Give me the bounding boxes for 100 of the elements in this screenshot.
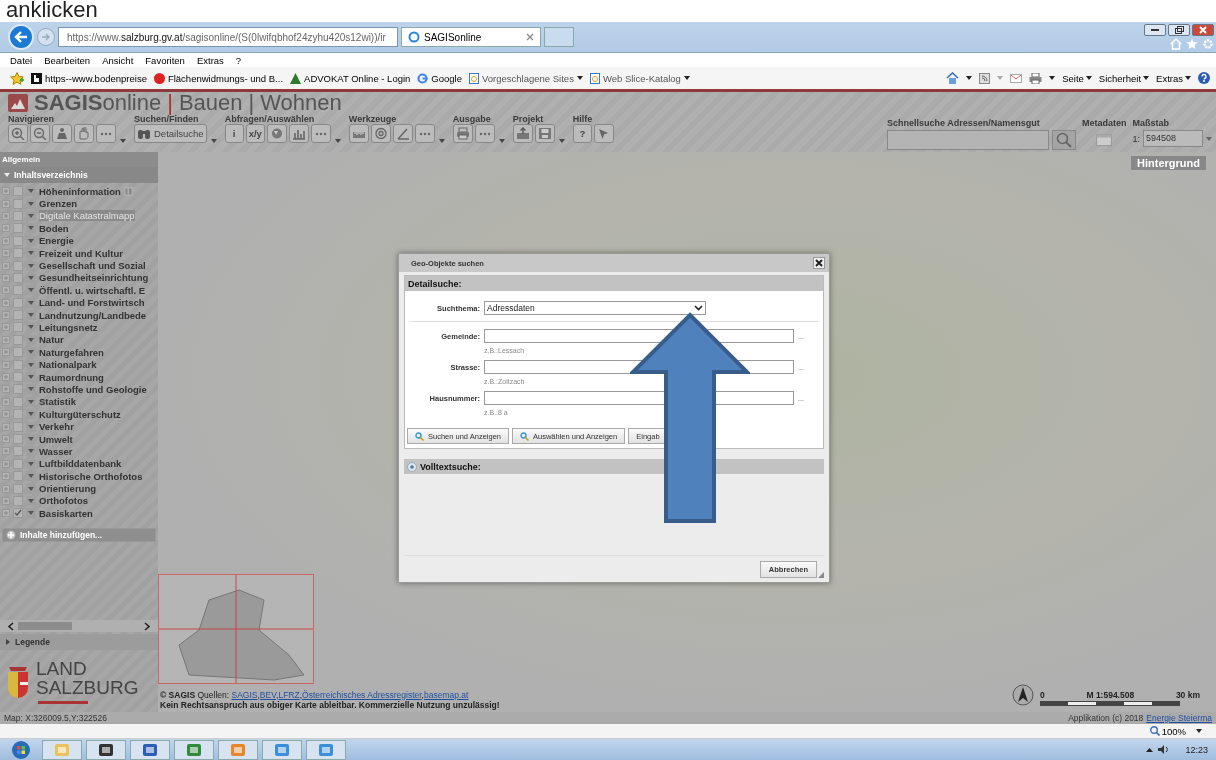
dropdown-caret-icon[interactable]	[26, 260, 36, 271]
add-content-button[interactable]: Inhalte hinzufügen...	[2, 527, 156, 542]
layer-name[interactable]: Freizeit und Kultur	[39, 247, 123, 259]
expand-icon[interactable]	[2, 472, 10, 481]
favorite-link[interactable]: ADVOKAT Online - Login	[290, 72, 411, 84]
layer-name[interactable]: Historische Orthofotos	[39, 470, 143, 482]
topic-select[interactable]: Adressdaten	[484, 301, 706, 315]
expand-icon[interactable]	[2, 360, 10, 369]
tool-button[interactable]: ?	[572, 124, 592, 143]
layer-checkbox[interactable]	[13, 483, 23, 494]
tool-button[interactable]	[534, 124, 555, 143]
tool-button[interactable]	[8, 124, 28, 143]
layer-name[interactable]: Statistik	[39, 396, 76, 408]
tool-button[interactable]	[512, 124, 533, 143]
window-icon[interactable]	[1096, 134, 1113, 146]
expand-icon[interactable]	[2, 311, 10, 320]
expand-icon[interactable]	[2, 509, 10, 518]
layer-checkbox[interactable]	[13, 458, 23, 469]
dropdown-caret-icon[interactable]	[26, 347, 36, 358]
dropdown-caret-icon[interactable]	[334, 139, 341, 143]
dropdown-caret-icon[interactable]	[26, 334, 36, 345]
dropdown-caret-icon[interactable]	[26, 223, 36, 234]
dropdown-caret-icon[interactable]	[26, 297, 36, 308]
expand-icon[interactable]	[2, 236, 10, 245]
printer-icon[interactable]	[1029, 72, 1043, 84]
layer-name[interactable]: Gesundheitseinrichtung	[39, 272, 149, 284]
expand-icon[interactable]	[2, 335, 10, 344]
dropdown-caret-icon[interactable]	[26, 458, 36, 469]
tray-arrow-icon[interactable]	[1146, 747, 1154, 752]
tool-button[interactable]: Detailsuche	[134, 124, 207, 143]
expand-icon[interactable]	[2, 286, 10, 295]
layer-name[interactable]: Raumordnung	[39, 371, 104, 383]
dropdown-caret-icon[interactable]	[26, 359, 36, 370]
help-icon[interactable]	[1198, 72, 1210, 84]
section-header[interactable]: Inhaltsverzeichnis	[0, 167, 158, 183]
dropdown-caret-icon[interactable]	[26, 372, 36, 383]
tool-button[interactable]	[266, 124, 287, 143]
layer-name[interactable]: Luftbilddatenbank	[39, 458, 122, 470]
layer-name[interactable]: Verkehr	[39, 421, 74, 433]
feed-icon[interactable]	[979, 72, 991, 84]
favorite-link[interactable]: https--www.bodenpreise	[31, 72, 147, 84]
layer-name[interactable]: Gesellschaft und Sozial	[39, 260, 146, 272]
layer-name[interactable]: Natur	[39, 334, 64, 346]
layer-checkbox[interactable]	[13, 384, 23, 395]
caret-icon[interactable]	[1196, 729, 1202, 733]
layer-checkbox[interactable]	[13, 235, 23, 246]
scroll-left-icon[interactable]	[8, 621, 14, 631]
layer-name[interactable]: Naturgefahren	[39, 346, 104, 358]
tool-button[interactable]	[52, 124, 72, 143]
layer-name[interactable]: Wasser	[39, 445, 73, 457]
dropdown-caret-icon[interactable]	[26, 235, 36, 246]
background-label[interactable]: Hintergrund	[1131, 156, 1206, 170]
menu-item[interactable]: Bearbeiten	[44, 54, 91, 66]
favorite-link[interactable]: Web Slice-Katalog	[589, 72, 690, 84]
layer-checkbox[interactable]	[13, 508, 23, 519]
layer-checkbox[interactable]	[13, 198, 23, 209]
close-button[interactable]	[813, 257, 825, 269]
menu-item[interactable]: Ansicht	[102, 54, 134, 66]
tool-button[interactable]	[414, 124, 435, 143]
source-link[interactable]: Österreichisches Adressregister	[302, 690, 422, 700]
star-icon[interactable]	[1186, 38, 1198, 50]
forward-button[interactable]	[37, 28, 55, 46]
tool-button[interactable]	[288, 124, 309, 143]
expand-icon[interactable]	[2, 385, 10, 394]
layer-checkbox[interactable]	[13, 260, 23, 271]
dropdown-caret-icon[interactable]	[26, 272, 36, 283]
layer-checkbox[interactable]	[13, 446, 23, 457]
layer-checkbox[interactable]	[13, 186, 23, 197]
zoom-level[interactable]: 100%	[1149, 725, 1186, 737]
layer-name[interactable]: Boden	[39, 222, 69, 234]
favorite-link[interactable]: Flächenwidmungs- und B...	[153, 72, 284, 84]
tool-button[interactable]: i	[224, 124, 244, 143]
expand-icon[interactable]	[2, 323, 10, 332]
layer-name[interactable]: Nationalpark	[39, 359, 97, 371]
resize-grip-icon[interactable]	[818, 572, 824, 578]
info-icon[interactable]	[123, 186, 133, 196]
speaker-icon[interactable]	[1157, 744, 1170, 755]
layer-name[interactable]: Orientierung	[39, 483, 96, 495]
tool-button[interactable]	[392, 124, 413, 143]
search-button[interactable]	[1051, 130, 1076, 150]
layer-checkbox[interactable]	[13, 272, 23, 283]
source-link[interactable]: SAGIS	[231, 690, 258, 700]
dropdown-caret-icon[interactable]	[26, 409, 36, 420]
tool-button[interactable]	[96, 124, 116, 143]
layer-checkbox[interactable]	[13, 334, 23, 345]
dropdown-caret-icon[interactable]	[26, 495, 36, 506]
layer-name[interactable]: Umwelt	[39, 433, 73, 445]
scrollbar-thumb[interactable]	[18, 622, 72, 630]
expand-icon[interactable]	[2, 410, 10, 419]
layer-checkbox[interactable]	[13, 285, 23, 296]
favorite-link[interactable]: Vorgeschlagene Sites	[469, 72, 583, 84]
tool-button[interactable]	[310, 124, 331, 143]
caret-icon[interactable]	[1049, 76, 1056, 80]
expand-icon[interactable]	[2, 348, 10, 357]
mail-icon[interactable]	[1010, 73, 1023, 83]
expand-icon[interactable]	[2, 187, 10, 196]
panel-header[interactable]: Allgemein	[0, 152, 158, 167]
layer-checkbox[interactable]	[13, 372, 23, 383]
layer-name[interactable]: Leitungsnetz	[39, 322, 98, 333]
favorite-link[interactable]: Google	[417, 72, 462, 84]
